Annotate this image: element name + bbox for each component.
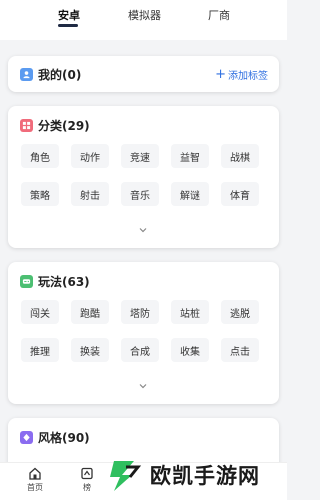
nav-rank-label: 榜 (83, 483, 91, 492)
watermark-text: 欧凯手游网 (150, 464, 260, 488)
gameplay-chip[interactable]: 合成 (121, 338, 159, 362)
category-title: 分类(29) (38, 118, 90, 133)
gameplay-chip[interactable]: 换装 (71, 338, 109, 362)
tab-manufacturer[interactable]: 厂商 (208, 7, 230, 23)
category-chip[interactable]: 竞速 (121, 144, 159, 168)
tab-emulator[interactable]: 模拟器 (128, 7, 161, 23)
chevron-down-icon[interactable] (138, 382, 148, 390)
gameplay-title: 玩法(63) (38, 274, 90, 289)
my-tags-title: 我的(0) (38, 67, 82, 82)
user-icon (20, 67, 33, 81)
active-tab-indicator (58, 24, 78, 27)
gameplay-icon (20, 274, 33, 288)
add-tag-label: 添加标签 (228, 71, 268, 82)
category-chip[interactable]: 解谜 (171, 182, 209, 206)
nav-home-label: 首页 (27, 483, 43, 492)
style-icon (20, 430, 33, 444)
app-screen: 安卓 模拟器 厂商 我的(0) + 添加标签 分类(29) 角色 动作 竞速 益… (0, 0, 287, 500)
gameplay-card: 玩法(63) 闯关 跑酷 塔防 站桩 逃脱 推理 换装 合成 收集 点击 (8, 262, 279, 404)
home-icon (29, 467, 41, 480)
category-chip[interactable]: 战棋 (221, 144, 259, 168)
gameplay-chip[interactable]: 点击 (221, 338, 259, 362)
chevron-down-icon[interactable] (138, 226, 148, 234)
watermark: 欧凯手游网 (104, 450, 287, 500)
watermark-logo-icon (110, 461, 142, 491)
gameplay-chip[interactable]: 闯关 (21, 300, 59, 324)
plus-icon: + (215, 67, 226, 82)
category-card: 分类(29) 角色 动作 竞速 益智 战棋 策略 射击 音乐 解谜 体育 (8, 106, 279, 248)
gameplay-chip[interactable]: 推理 (21, 338, 59, 362)
category-chip[interactable]: 益智 (171, 144, 209, 168)
nav-rank[interactable]: 榜 (72, 467, 102, 493)
category-chip[interactable]: 策略 (21, 182, 59, 206)
category-icon (20, 118, 33, 132)
gameplay-header: 玩法(63) (20, 273, 90, 289)
top-tab-bar: 安卓 模拟器 厂商 (0, 0, 287, 40)
category-chip[interactable]: 角色 (21, 144, 59, 168)
gameplay-chip[interactable]: 收集 (171, 338, 209, 362)
style-header: 风格(90) (20, 429, 90, 445)
category-chip[interactable]: 体育 (221, 182, 259, 206)
my-tags-header: 我的(0) (20, 66, 81, 82)
tab-android[interactable]: 安卓 (58, 7, 80, 23)
category-chip[interactable]: 音乐 (121, 182, 159, 206)
rank-icon (81, 467, 93, 480)
gameplay-chip[interactable]: 塔防 (121, 300, 159, 324)
category-chip[interactable]: 动作 (71, 144, 109, 168)
category-chip[interactable]: 射击 (71, 182, 109, 206)
add-tag-button[interactable]: + 添加标签 (215, 67, 268, 82)
my-tags-card: 我的(0) + 添加标签 (8, 56, 279, 92)
category-header: 分类(29) (20, 117, 90, 133)
style-title: 风格(90) (38, 430, 90, 445)
nav-home[interactable]: 首页 (20, 467, 50, 493)
gameplay-chip[interactable]: 站桩 (171, 300, 209, 324)
gameplay-chip[interactable]: 逃脱 (221, 300, 259, 324)
gameplay-chip[interactable]: 跑酷 (71, 300, 109, 324)
